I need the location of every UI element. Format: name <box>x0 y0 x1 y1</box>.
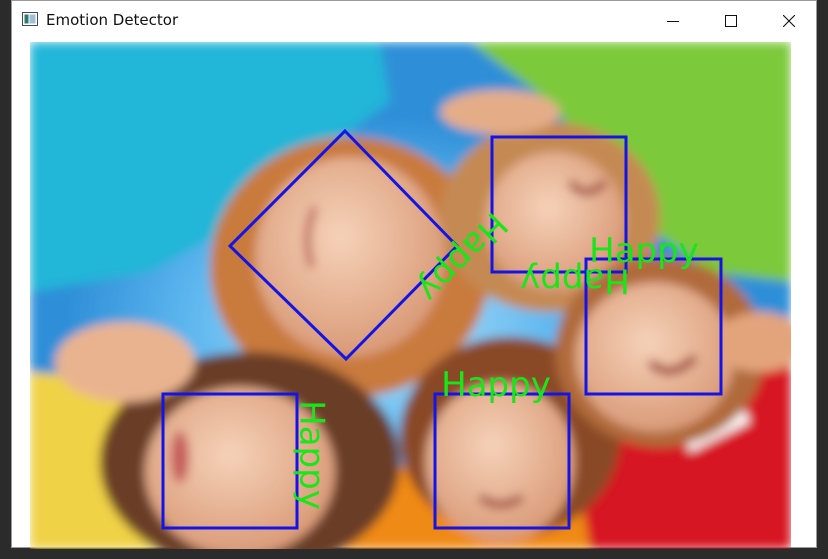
close-button[interactable] <box>760 1 818 40</box>
window-title: Emotion Detector <box>46 11 179 29</box>
app-window-icon <box>22 12 38 26</box>
app-window: Emotion Detector Happy Happy Happy Happy… <box>11 0 817 549</box>
maximize-icon <box>725 14 737 27</box>
close-icon <box>783 14 795 27</box>
emotion-label: Happy <box>589 231 699 271</box>
maximize-button[interactable] <box>702 1 760 40</box>
minimize-button[interactable] <box>644 1 702 40</box>
title-bar[interactable]: Emotion Detector <box>12 1 816 40</box>
emotion-label: Happy <box>441 365 551 405</box>
photo-scene <box>30 42 791 549</box>
minimize-icon <box>667 20 679 22</box>
emotion-label: Happy <box>292 400 332 510</box>
camera-frame: Happy Happy Happy Happy Happy <box>30 42 791 549</box>
